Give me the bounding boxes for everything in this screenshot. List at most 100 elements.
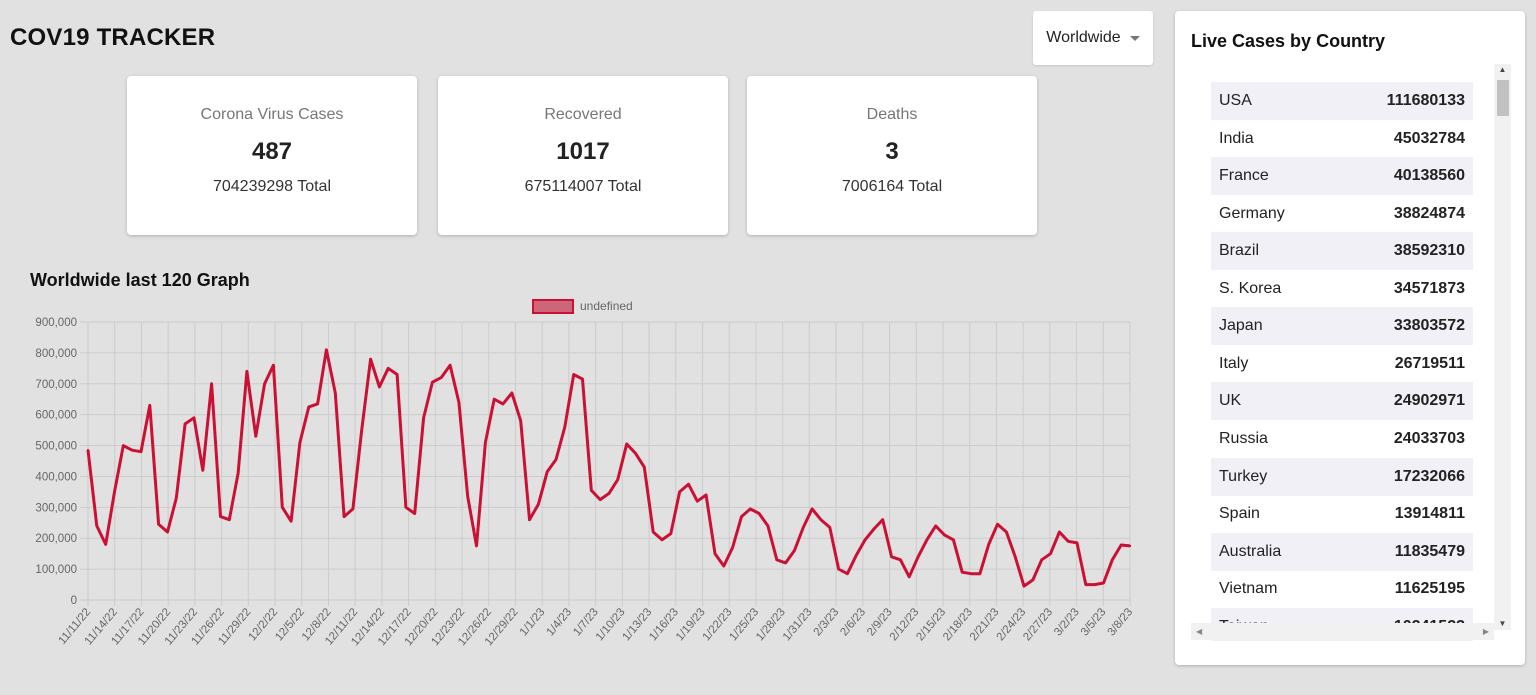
data-point — [351, 507, 355, 511]
data-point — [219, 515, 222, 518]
y-tick-label: 700,000 — [35, 379, 77, 391]
data-point — [325, 348, 328, 351]
recovered-card-today: 1017 — [556, 138, 610, 165]
x-tick-label: 3/5/23 — [1079, 606, 1109, 638]
data-point — [130, 448, 134, 452]
data-point — [731, 546, 734, 549]
y-tick-label: 400,000 — [35, 471, 77, 483]
table-row[interactable]: Spain 13914811 — [1211, 495, 1473, 533]
scroll-left-icon[interactable]: ◀ — [1196, 623, 1202, 640]
data-point — [289, 520, 293, 523]
table-row[interactable]: USA 111680133 — [1211, 82, 1473, 120]
table-row[interactable]: Turkey 17232066 — [1211, 457, 1473, 496]
data-point — [281, 506, 284, 509]
data-point — [86, 448, 90, 452]
table-row[interactable]: Vietnam 11625195 — [1211, 570, 1473, 608]
table-row[interactable]: India 45032784 — [1211, 120, 1473, 158]
country-name: Italy — [1219, 354, 1249, 372]
table-row[interactable]: Italy 26719511 — [1211, 345, 1473, 383]
country-select-value: Worldwide — [1046, 29, 1121, 46]
x-tick-label: 2/27/23 — [1021, 606, 1055, 643]
table-row[interactable]: Australia 11835479 — [1211, 532, 1473, 571]
scroll-down-icon[interactable]: ▼ — [1494, 618, 1511, 630]
data-point — [890, 555, 893, 558]
scrollbar-thumb[interactable] — [1497, 80, 1509, 116]
recovered-card[interactable]: Recovered 1017 675114007 Total — [438, 76, 728, 235]
table-row[interactable]: Brazil 38592310 — [1211, 232, 1473, 271]
data-point — [457, 401, 461, 404]
cases-card[interactable]: Corona Virus Cases 487 704239298 Total — [127, 76, 417, 235]
data-point — [298, 441, 302, 444]
country-name: Spain — [1219, 505, 1260, 523]
country-cases: 17232066 — [1393, 467, 1465, 485]
data-point — [369, 357, 372, 361]
data-point — [634, 452, 637, 455]
data-point — [378, 385, 381, 389]
data-point — [510, 391, 514, 395]
deaths-card[interactable]: Deaths 3 7006164 Total — [747, 76, 1037, 235]
data-point — [766, 524, 770, 528]
data-point — [598, 498, 602, 501]
data-point — [1058, 530, 1061, 534]
data-point — [1111, 558, 1114, 562]
graph-title: Worldwide last 120 Graph — [30, 270, 250, 290]
data-point — [590, 489, 593, 492]
data-point — [272, 364, 275, 367]
data-point — [687, 482, 690, 486]
data-point — [572, 373, 575, 376]
data-point — [404, 506, 408, 509]
country-cases: 111680133 — [1386, 92, 1465, 109]
table-row[interactable]: Russia 24033703 — [1211, 420, 1473, 458]
y-tick-label: 500,000 — [35, 441, 77, 453]
data-point — [1040, 558, 1043, 562]
data-point — [563, 425, 567, 429]
data-point — [448, 364, 452, 367]
legend-label[interactable]: undefined — [580, 299, 633, 313]
data-point — [1049, 552, 1052, 555]
data-point — [228, 518, 231, 521]
data-point — [961, 571, 964, 574]
data-point — [254, 435, 257, 438]
data-point — [342, 515, 346, 518]
scroll-right-icon[interactable]: ▶ — [1483, 623, 1489, 640]
country-cases: 11625195 — [1394, 580, 1465, 598]
vertical-scrollbar[interactable]: ▲ ▼ — [1494, 64, 1511, 630]
data-point — [952, 538, 955, 541]
data-point — [810, 507, 814, 511]
data-point — [1119, 543, 1123, 547]
data-point — [925, 538, 929, 541]
data-point — [1022, 584, 1026, 588]
data-point — [1102, 581, 1105, 585]
data-point — [643, 465, 646, 469]
data-point — [943, 533, 946, 537]
legend-swatch[interactable] — [532, 299, 574, 314]
table-row[interactable]: Germany 38824874 — [1211, 195, 1473, 233]
data-point — [775, 558, 778, 562]
cases-card-total: 704239298 Total — [212, 178, 332, 195]
y-tick-label: 200,000 — [35, 533, 77, 545]
table-row[interactable]: S. Korea 34571873 — [1211, 270, 1473, 308]
data-point — [519, 419, 522, 423]
data-point — [713, 552, 717, 555]
data-point — [501, 402, 505, 406]
data-point — [113, 490, 116, 494]
cases-card-today: 487 — [251, 138, 293, 165]
data-point — [1066, 540, 1070, 543]
table-row[interactable]: Japan 33803572 — [1211, 307, 1473, 346]
x-tick-label: 2/6/23 — [838, 606, 868, 638]
table-row[interactable]: UK 24902971 — [1211, 382, 1473, 421]
live-cases-table[interactable]: Taiwan10241523Vietnam11625195Australia11… — [1191, 51, 1511, 641]
x-tick-label: 1/4/23 — [544, 606, 574, 638]
country-select[interactable]: Worldwide — [1033, 11, 1153, 65]
scroll-up-icon[interactable]: ▲ — [1494, 64, 1511, 76]
deaths-card-title: Deaths — [866, 106, 918, 123]
data-point — [1128, 544, 1132, 548]
y-tick-label: 0 — [71, 595, 77, 607]
data-point — [395, 373, 399, 376]
table-row[interactable]: France 40138560 — [1211, 157, 1473, 196]
data-point — [1084, 583, 1088, 586]
data-point — [1005, 530, 1008, 534]
y-tick-label: 800,000 — [35, 348, 77, 360]
country-name: France — [1219, 167, 1269, 185]
horizontal-scrollbar[interactable]: ◀ ▶ — [1191, 623, 1494, 640]
